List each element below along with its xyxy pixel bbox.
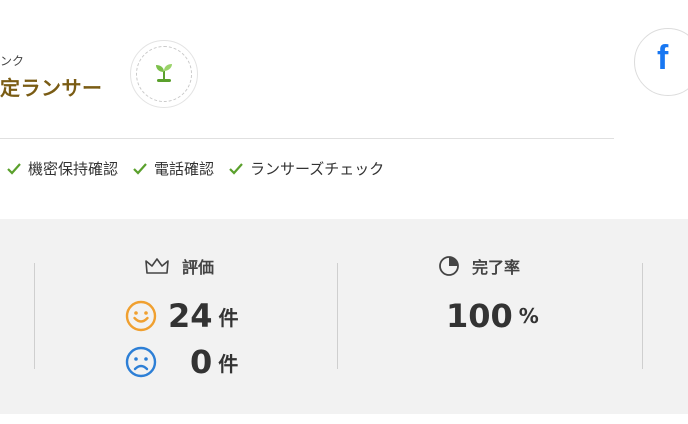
- rating-good: 24 件: [124, 297, 239, 335]
- stats-panel: 評価 24 件 0 件 完了率 100 %: [0, 219, 688, 414]
- rank-badge[interactable]: [130, 40, 198, 108]
- verification-label: ランサーズチェック: [250, 160, 385, 178]
- verification-list: 機密保持確認 電話確認 ランサーズチェック: [6, 158, 398, 179]
- sad-icon: [125, 346, 157, 378]
- verification-phone: 電話確認: [132, 158, 214, 179]
- completion-title: 完了率: [472, 258, 521, 277]
- rank-title: 定ランサー: [0, 76, 103, 100]
- crown-icon: [145, 258, 169, 274]
- completion-heading: 完了率: [438, 254, 520, 278]
- check-icon: [133, 162, 147, 175]
- pie-chart-icon: [439, 256, 459, 276]
- verification-label: 電話確認: [154, 160, 215, 178]
- rating-bad-unit: 件: [218, 351, 239, 376]
- verification-lancers-check: ランサーズチェック: [228, 158, 384, 179]
- divider: [0, 138, 614, 139]
- completion-value: 100: [446, 297, 513, 335]
- check-icon: [7, 162, 21, 175]
- rating-bad-count: 0: [190, 343, 213, 381]
- verification-nda: 機密保持確認: [6, 158, 118, 179]
- smile-icon: [125, 300, 157, 332]
- rating-heading: 評価: [144, 254, 214, 278]
- facebook-button[interactable]: f: [634, 28, 688, 96]
- rank-label: ンク: [0, 54, 25, 68]
- verification-label: 機密保持確認: [28, 160, 119, 178]
- completion-unit: %: [518, 304, 539, 328]
- rating-title: 評価: [182, 258, 215, 277]
- facebook-icon: f: [657, 39, 669, 77]
- sprout-icon: [150, 58, 178, 90]
- completion-rate: 100 %: [446, 297, 539, 335]
- rating-good-count: 24: [168, 297, 213, 335]
- rating-bad: 0 件: [124, 343, 238, 381]
- stats-divider: [337, 263, 338, 369]
- check-icon: [229, 162, 243, 175]
- rating-good-unit: 件: [218, 305, 239, 330]
- stats-divider: [34, 263, 35, 369]
- stats-divider: [642, 263, 643, 369]
